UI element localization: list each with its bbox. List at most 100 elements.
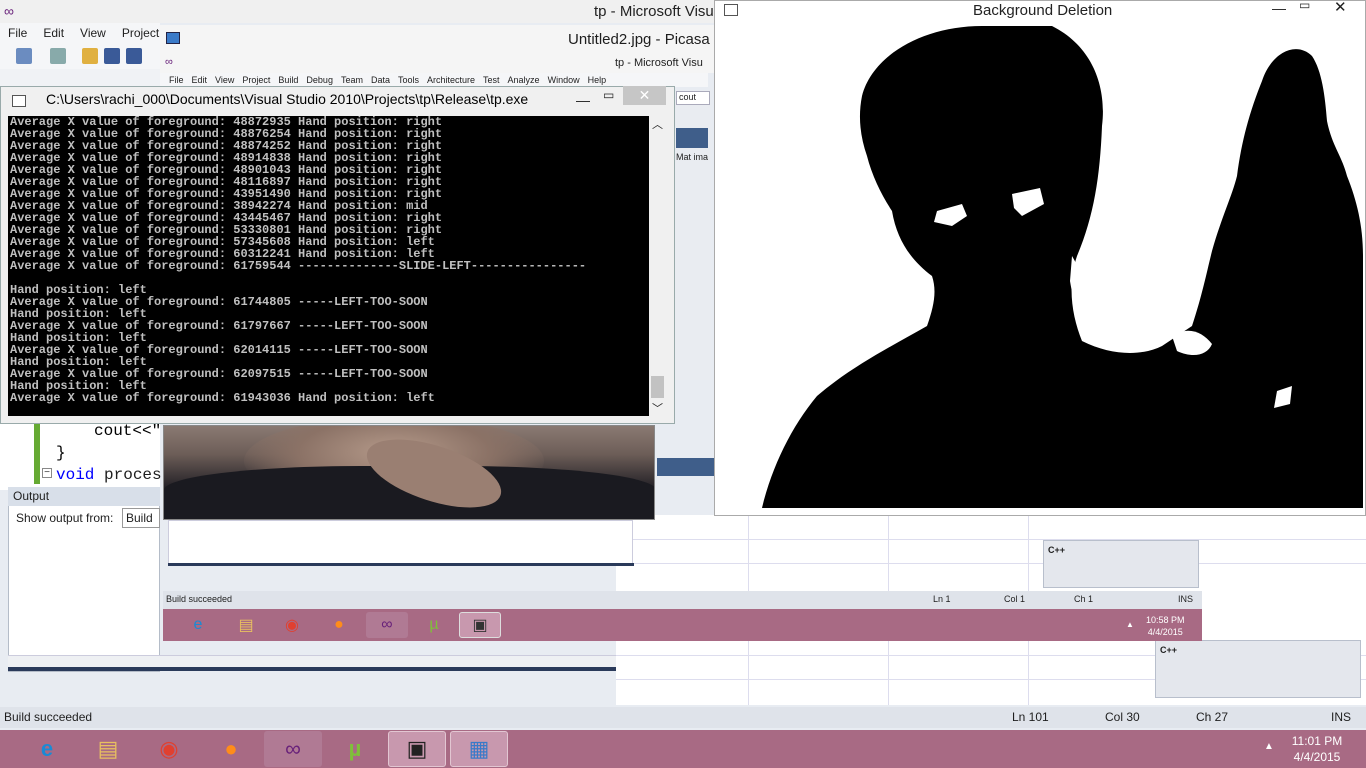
close-button[interactable]: ✕ (1334, 0, 1347, 16)
internet-explorer-icon[interactable]: e (18, 731, 76, 767)
code-line: cout<<" (94, 422, 162, 440)
inner-menu-item[interactable]: Edit (188, 73, 212, 87)
firefox-icon: ● (334, 616, 344, 633)
inner-status-ins: INS (1178, 594, 1194, 604)
chrome-icon[interactable]: ◉ (140, 731, 198, 767)
firefox-icon[interactable]: ● (202, 731, 260, 767)
output-h-scrollbar[interactable] (8, 655, 616, 667)
vs-main-title: tp - Microsoft Visu (594, 3, 714, 20)
change-margin (34, 424, 40, 484)
inner-vs-menubar: File Edit View Project Build Debug Team … (160, 73, 708, 87)
inner-code-fragment: Mat ima (676, 152, 710, 166)
console-scrollbar[interactable]: ︿ ﹀ (649, 116, 666, 416)
inner-status-bar: Build succeeded Ln 1 Col 1 Ch 1 INS (163, 591, 1202, 609)
menu-view[interactable]: View (72, 26, 114, 40)
picasa-icon[interactable]: ▦ (450, 731, 508, 767)
vs-status-bar: Build succeeded Ln 101 Col 30 Ch 27 INS (0, 707, 1366, 728)
cpp-label: C++ (1160, 645, 1178, 655)
utorrent-icon[interactable]: µ (326, 731, 384, 767)
collapse-icon[interactable]: − (42, 468, 52, 478)
console-line: Average X value of foreground: 61943036 … (10, 391, 435, 405)
status-col: Col 30 (1105, 710, 1140, 724)
visual-studio-icon: ∞ (366, 612, 408, 638)
inner-menu-item[interactable]: Test (479, 73, 504, 87)
inner-menu-item[interactable]: Data (367, 73, 394, 87)
inner-vs-titlebar: ∞ tp - Microsoft Visu (160, 55, 716, 73)
webcam-frame (163, 425, 655, 520)
add-item-icon[interactable] (50, 48, 66, 64)
inner-menu-item[interactable]: Analyze (504, 73, 544, 87)
inner-clock-date: 4/4/2015 (1147, 627, 1183, 637)
picasa-titlebar[interactable]: Untitled2.jpg - Picasa P (160, 25, 724, 55)
silhouette-mask (722, 26, 1363, 508)
cpp-template-tile[interactable]: C++ (1043, 540, 1199, 588)
inner-status-line: Ln 1 (933, 594, 951, 604)
maximize-button[interactable]: ▭ (603, 88, 614, 102)
inner-vs-title: tp - Microsoft Visu (615, 57, 703, 69)
show-output-label: Show output from: (16, 511, 114, 525)
vs-main-menubar: File Edit View Project (0, 23, 160, 43)
inner-tab-strip (657, 458, 715, 476)
clock-date: 4/4/2015 (1293, 750, 1341, 764)
console-output[interactable]: Average X value of foreground: 48872935 … (8, 116, 649, 416)
inner-tab-strip (676, 128, 708, 148)
code-text: proces (94, 466, 162, 484)
open-folder-icon[interactable] (82, 48, 98, 64)
inner-clock-time: 10:58 PM (1146, 615, 1185, 625)
code-line: void proces (56, 466, 162, 484)
visual-studio-icon: ∞ (165, 56, 173, 68)
window-icon (724, 4, 738, 16)
inner-status-col: Col 1 (1004, 594, 1026, 604)
output-title: Output (13, 489, 50, 503)
inner-search-field[interactable]: cout (676, 91, 710, 105)
new-project-icon[interactable] (16, 48, 32, 64)
inner-menu-item[interactable]: Build (274, 73, 302, 87)
save-icon[interactable] (104, 48, 120, 64)
inner-status-char: Ch 1 (1074, 594, 1094, 604)
console-line: Average X value of foreground: 61759544 … (10, 259, 587, 273)
scroll-up-icon[interactable]: ︿ (652, 116, 663, 132)
minimize-button[interactable]: — (576, 92, 590, 108)
file-explorer-icon: ▤ (238, 617, 254, 634)
tray-expand-icon[interactable]: ▲ (1264, 741, 1274, 752)
status-ins: INS (1331, 710, 1352, 724)
inner-menu-item[interactable]: Tools (394, 73, 423, 87)
internet-explorer-icon: e (193, 616, 203, 633)
output-header: Output (8, 487, 160, 506)
file-explorer-icon[interactable]: ▤ (79, 731, 137, 767)
inner-menu-item[interactable]: Team (337, 73, 367, 87)
scroll-down-icon[interactable]: ﹀ (652, 400, 663, 416)
output-source-dropdown[interactable]: Build (122, 508, 160, 528)
inner-menu-item[interactable]: Window (544, 73, 584, 87)
maximize-button[interactable]: ▭ (1299, 0, 1310, 12)
inner-menu-item[interactable]: File (160, 73, 188, 87)
cpp-template-tile[interactable]: C++ (1155, 640, 1361, 698)
chrome-icon: ◉ (285, 617, 299, 634)
console-app-icon (12, 95, 26, 107)
close-button[interactable]: ✕ (623, 86, 666, 105)
save-all-icon[interactable] (126, 48, 142, 64)
minimize-button[interactable]: — (1272, 0, 1286, 16)
picasa-icon (166, 32, 180, 44)
system-clock[interactable]: 11:01 PM 4/4/2015 (1282, 733, 1352, 765)
inner-clock: 10:58 PM 4/4/2015 (1146, 614, 1185, 638)
status-line: Ln 101 (1012, 710, 1049, 724)
background-deletion-title: Background Deletion (973, 2, 1113, 19)
visual-studio-icon[interactable]: ∞ (264, 731, 322, 767)
scroll-thumb[interactable] (651, 376, 664, 398)
panel-border (168, 563, 634, 566)
inner-menu-item[interactable]: Debug (302, 73, 337, 87)
cpp-label: C++ (1048, 545, 1066, 555)
inner-menu-item[interactable]: Help (584, 73, 611, 87)
menu-file[interactable]: File (0, 26, 35, 40)
inner-menu-item[interactable]: Project (238, 73, 274, 87)
code-keyword: void (56, 466, 95, 484)
clock-time: 11:01 PM (1291, 734, 1343, 748)
inner-menu-item[interactable]: View (211, 73, 238, 87)
menu-edit[interactable]: Edit (35, 26, 72, 40)
inner-menu-item[interactable]: Architecture (423, 73, 479, 87)
console-app-icon[interactable]: ▣ (388, 731, 446, 767)
status-char: Ch 27 (1196, 710, 1229, 724)
vs-main-titlebar[interactable]: tp - Microsoft Visu (0, 0, 716, 23)
inner-output-panel (168, 520, 633, 565)
